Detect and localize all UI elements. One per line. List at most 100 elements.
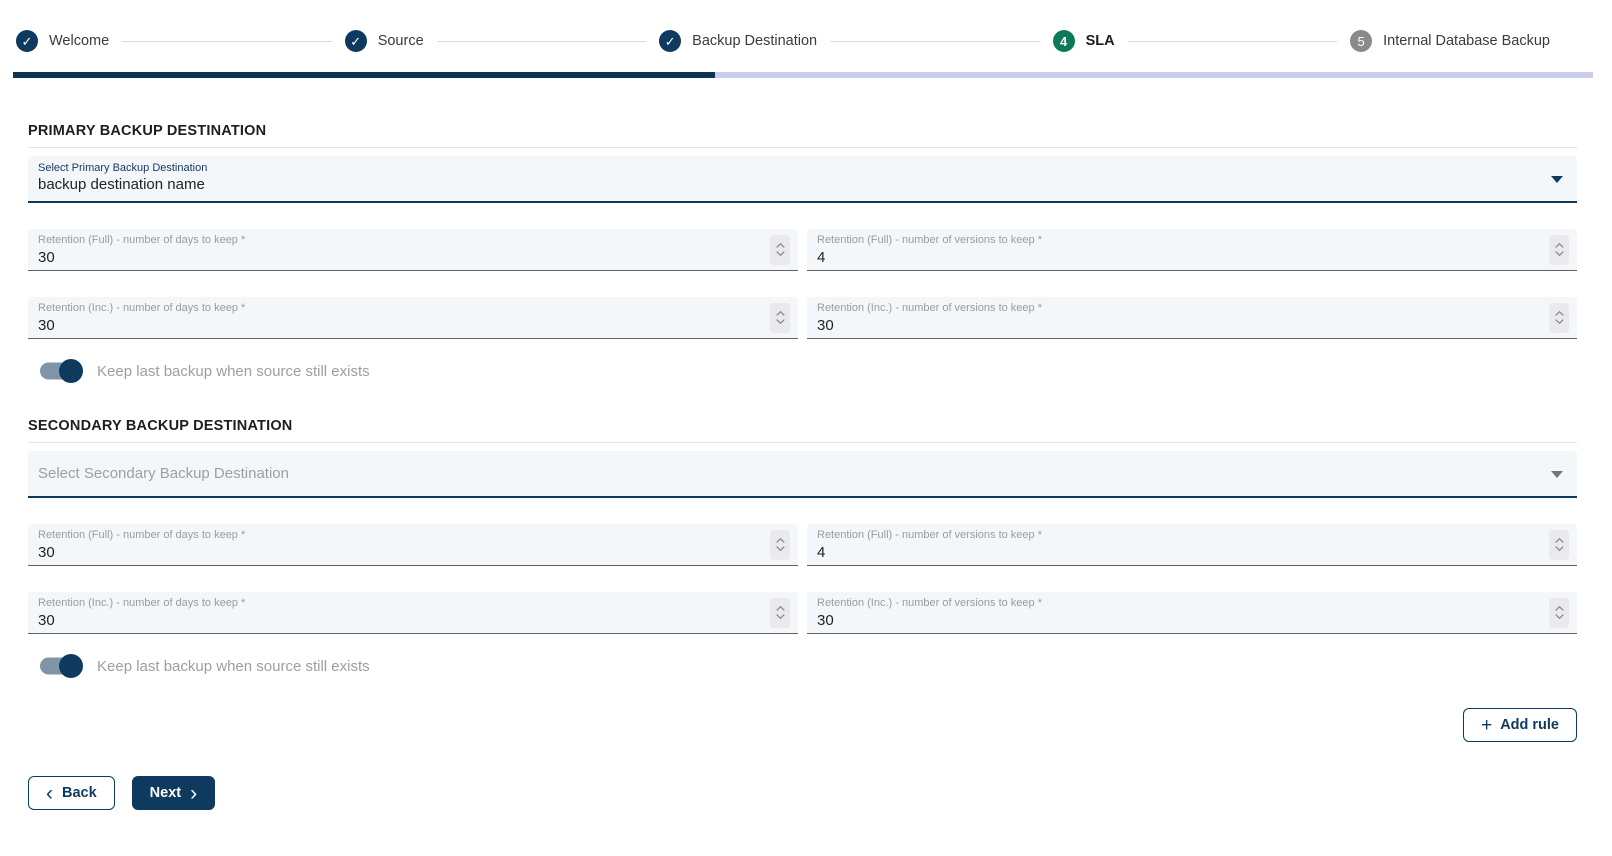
secondary-retention-full-days-field[interactable]: Retention (Full) - number of days to kee… [28, 524, 798, 566]
step-label: Internal Database Backup [1383, 33, 1550, 49]
field-label: Retention (Full) - number of days to kee… [38, 234, 754, 246]
progress-fill [13, 72, 715, 78]
keep-last-backup-toggle[interactable] [40, 654, 80, 678]
toggle-thumb [59, 359, 83, 383]
step-connector [1128, 41, 1338, 42]
field-label: Retention (Inc.) - number of days to kee… [38, 302, 754, 314]
spinner-down-icon [776, 546, 785, 551]
add-rule-row: + Add rule [28, 708, 1577, 742]
wizard-stepper: ✓ Welcome ✓ Source ✓ Backup Destination … [0, 0, 1612, 52]
wizard-progress-track [13, 72, 1593, 78]
sla-form: PRIMARY BACKUP DESTINATION Select Primar… [28, 123, 1577, 742]
plus-icon: + [1481, 716, 1492, 735]
secondary-section-heading: SECONDARY BACKUP DESTINATION [28, 418, 1577, 443]
step-connector [437, 41, 647, 42]
check-icon: ✓ [16, 30, 38, 52]
spinner-up-icon [776, 243, 785, 248]
number-stepper[interactable] [770, 598, 790, 628]
next-label: Next [150, 785, 181, 801]
step-number-badge: 5 [1350, 30, 1372, 52]
spinner-up-icon [1555, 243, 1564, 248]
spinner-up-icon [1555, 538, 1564, 543]
primary-keep-last-backup-row: Keep last backup when source still exist… [28, 359, 1577, 383]
spinner-up-icon [1555, 311, 1564, 316]
field-value: 4 [817, 544, 1533, 561]
select-label: Select Primary Backup Destination [38, 162, 1533, 174]
spinner-down-icon [776, 614, 785, 619]
field-label: Retention (Inc.) - number of versions to… [817, 597, 1533, 609]
secondary-backup-destination-select[interactable]: Select Secondary Backup Destination [28, 451, 1577, 498]
step-connector [122, 41, 332, 42]
primary-retention-full-days-field[interactable]: Retention (Full) - number of days to kee… [28, 229, 798, 271]
number-stepper[interactable] [1549, 530, 1569, 560]
number-stepper[interactable] [1549, 598, 1569, 628]
field-value: 30 [38, 612, 754, 629]
field-label: Retention (Inc.) - number of days to kee… [38, 597, 754, 609]
step-welcome[interactable]: ✓ Welcome [16, 30, 109, 52]
chevron-right-icon: › [190, 783, 197, 804]
chevron-left-icon: ‹ [46, 783, 53, 804]
spinner-up-icon [776, 606, 785, 611]
secondary-retention-inc-days-field[interactable]: Retention (Inc.) - number of days to kee… [28, 592, 798, 634]
step-internal-database-backup[interactable]: 5 Internal Database Backup [1350, 30, 1550, 52]
field-value: 4 [817, 249, 1533, 266]
primary-retention-inc-days-field[interactable]: Retention (Inc.) - number of days to kee… [28, 297, 798, 339]
secondary-retention-row-inc: Retention (Inc.) - number of days to kee… [28, 592, 1577, 634]
step-sla[interactable]: 4 SLA [1053, 30, 1115, 52]
step-source[interactable]: ✓ Source [345, 30, 424, 52]
field-value: 30 [817, 612, 1533, 629]
primary-backup-destination-select[interactable]: Select Primary Backup Destination backup… [28, 156, 1577, 203]
secondary-retention-inc-versions-field[interactable]: Retention (Inc.) - number of versions to… [807, 592, 1577, 634]
spinner-down-icon [1555, 251, 1564, 256]
number-stepper[interactable] [770, 530, 790, 560]
step-backup-destination[interactable]: ✓ Backup Destination [659, 30, 817, 52]
number-stepper[interactable] [1549, 235, 1569, 265]
add-rule-button[interactable]: + Add rule [1463, 708, 1577, 742]
spinner-up-icon [776, 311, 785, 316]
number-stepper[interactable] [770, 303, 790, 333]
field-value: 30 [38, 544, 754, 561]
select-placeholder: Select Secondary Backup Destination [38, 465, 289, 482]
wizard-footer: ‹ Back Next › [28, 776, 1612, 810]
field-label: Retention (Full) - number of versions to… [817, 234, 1533, 246]
primary-retention-full-versions-field[interactable]: Retention (Full) - number of versions to… [807, 229, 1577, 271]
spinner-down-icon [1555, 319, 1564, 324]
step-number-badge: 4 [1053, 30, 1075, 52]
step-label: Source [378, 33, 424, 49]
add-rule-label: Add rule [1500, 717, 1559, 733]
toggle-label: Keep last backup when source still exist… [97, 363, 370, 380]
primary-retention-row-inc: Retention (Inc.) - number of days to kee… [28, 297, 1577, 339]
check-icon: ✓ [345, 30, 367, 52]
field-value: 30 [817, 317, 1533, 334]
toggle-label: Keep last backup when source still exist… [97, 658, 370, 675]
secondary-keep-last-backup-row: Keep last backup when source still exist… [28, 654, 1577, 678]
number-stepper[interactable] [1549, 303, 1569, 333]
back-button[interactable]: ‹ Back [28, 776, 115, 810]
field-label: Retention (Inc.) - number of versions to… [817, 302, 1533, 314]
field-label: Retention (Full) - number of days to kee… [38, 529, 754, 541]
step-label: SLA [1086, 33, 1115, 49]
primary-retention-inc-versions-field[interactable]: Retention (Inc.) - number of versions to… [807, 297, 1577, 339]
secondary-retention-full-versions-field[interactable]: Retention (Full) - number of versions to… [807, 524, 1577, 566]
step-connector [830, 41, 1040, 42]
spinner-up-icon [1555, 606, 1564, 611]
spinner-down-icon [776, 319, 785, 324]
spinner-down-icon [1555, 614, 1564, 619]
spinner-down-icon [776, 251, 785, 256]
secondary-retention-row-full: Retention (Full) - number of days to kee… [28, 524, 1577, 566]
next-button[interactable]: Next › [132, 776, 215, 810]
check-icon: ✓ [659, 30, 681, 52]
number-stepper[interactable] [770, 235, 790, 265]
dropdown-caret-icon [1551, 471, 1563, 478]
primary-retention-row-full: Retention (Full) - number of days to kee… [28, 229, 1577, 271]
step-label: Welcome [49, 33, 109, 49]
toggle-thumb [59, 654, 83, 678]
dropdown-caret-icon [1551, 176, 1563, 183]
select-value: backup destination name [38, 176, 1533, 193]
spinner-down-icon [1555, 546, 1564, 551]
step-label: Backup Destination [692, 33, 817, 49]
keep-last-backup-toggle[interactable] [40, 359, 80, 383]
primary-section-heading: PRIMARY BACKUP DESTINATION [28, 123, 1577, 148]
field-label: Retention (Full) - number of versions to… [817, 529, 1533, 541]
field-value: 30 [38, 317, 754, 334]
